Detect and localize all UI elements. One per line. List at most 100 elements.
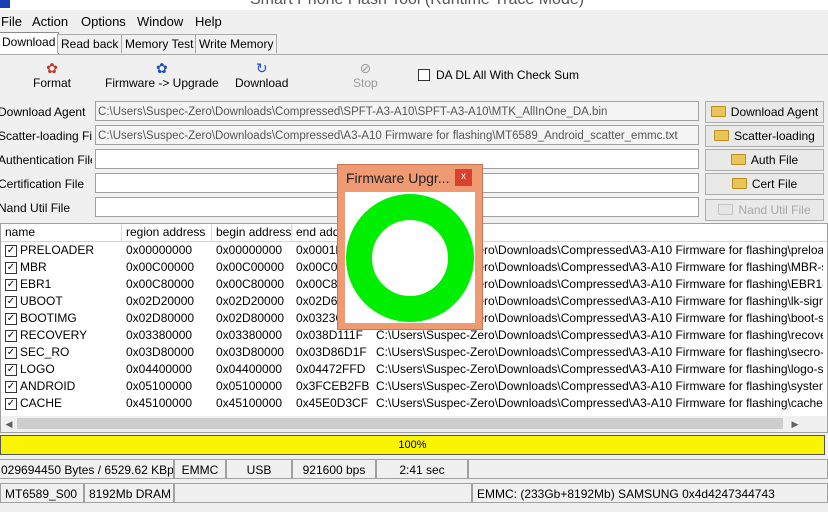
horizontal-scrollbar[interactable]: ◀ ▶ [1,416,827,432]
status-storage: EMMC [174,459,226,479]
tab-download[interactable]: Download [0,32,60,54]
cell-name: UBOOT [20,294,63,308]
download-agent-path[interactable]: C:\Users\Suspec-Zero\Downloads\Compresse… [95,101,699,121]
scatter-file-path[interactable]: C:\Users\Suspec-Zero\Downloads\Compresse… [95,125,699,145]
menu-action[interactable]: Action [32,14,68,29]
cell-begin: 0x45100000 [216,396,283,410]
cell-begin: 0x04400000 [216,362,283,376]
cell-name: BOOTIMG [20,311,77,325]
cell-begin: 0x02D20000 [216,294,285,308]
row-checkbox[interactable]: ✓ [5,398,17,410]
stop-button[interactable]: ⊘ Stop [353,60,378,90]
menu-options[interactable]: Options [81,14,126,29]
da-checksum-checkbox[interactable] [418,69,430,81]
nand-util-button-label: Nand Util File [738,203,811,217]
menu-help[interactable]: Help [195,14,222,29]
dialog-title: Firmware Upgr... [346,170,450,186]
column-header-begin[interactable]: begin address [212,224,292,241]
status-blank [174,483,472,503]
progress-label: 100% [398,439,427,451]
cell-begin: 0x03D80000 [216,345,285,359]
status-emmc-info: EMMC: (233Gb+8192Mb) SAMSUNG 0x4d4247344… [472,483,828,503]
cell-name: PRELOADER [20,243,95,257]
cell-begin: 0x03380000 [216,328,283,342]
close-icon[interactable]: x [455,169,472,186]
scatter-loading-button[interactable]: Scatter-loading [705,125,824,147]
download-icon: ↻ [255,60,268,76]
row-checkbox[interactable]: ✓ [5,347,17,359]
tab-bar: Download Read back Memory Test Write Mem… [0,32,828,55]
table-row[interactable]: ✓ CACHE 0x45100000 0x45100000 0x45E0D3CF C:\U… [1,395,827,412]
cell-name: ANDROID [20,379,76,393]
cell-begin: 0x05100000 [216,379,283,393]
nand-util-button[interactable]: Nand Util File [705,199,824,221]
cell-begin: 0x02D80000 [216,311,285,325]
row-checkbox[interactable]: ✓ [5,330,17,342]
cell-region: 0x45100000 [126,396,193,410]
row-checkbox[interactable]: ✓ [5,364,17,376]
status-empty [468,459,828,479]
row-checkbox[interactable]: ✓ [5,381,17,393]
table-row[interactable]: ✓ SEC_RO 0x03D80000 0x03D80000 0x03D86D1F C:\… [1,344,827,361]
cell-name: SEC_RO [20,345,70,359]
table-row[interactable]: ✓ LOGO 0x04400000 0x04400000 0x04472FFD C:\Us… [1,361,827,378]
tab-write-memory[interactable]: Write Memory [195,34,278,53]
firmware-upgrade-button[interactable]: ✿ Firmware -> Upgrade [105,60,219,90]
column-header-region[interactable]: region address [122,224,212,241]
format-label: Format [33,76,72,90]
row-checkbox[interactable]: ✓ [5,296,17,308]
tab-read-back[interactable]: Read back [57,34,123,53]
auth-file-button[interactable]: Auth File [705,149,824,171]
menu-bar: File Action Options Window Help [0,11,828,31]
da-checksum-option[interactable]: DA DL All With Check Sum [418,68,579,82]
row-checkbox[interactable]: ✓ [5,313,17,325]
cell-begin: 0x00000000 [216,243,283,257]
stop-label: Stop [353,76,378,90]
cell-location: C:\Users\Suspec-Zero\Downloads\Compresse… [376,362,823,376]
cell-location: C:\Users\Suspec-Zero\Downloads\Compresse… [376,396,823,410]
row-checkbox[interactable]: ✓ [5,262,17,274]
folder-icon [731,178,747,189]
status-time: 2:41 sec [376,459,468,479]
dialog-body [345,192,475,323]
download-button[interactable]: ↻ Download [235,60,288,90]
scroll-left-icon[interactable]: ◀ [1,416,17,432]
cell-region: 0x03D80000 [126,345,195,359]
status-chip: MT6589_S00 [0,483,84,503]
cell-end: 0x0001F [296,243,343,257]
cell-end: 0x3FCEB2FB [296,379,370,393]
auth-file-button-label: Auth File [750,153,799,167]
scatter-file-label: Scatter-loading File [0,129,92,143]
cell-end: 0x04472FFD [296,362,366,376]
menu-window[interactable]: Window [137,14,183,29]
window-title: Smart Phone Flash Tool (Runtime Trace Mo… [250,0,584,9]
column-header-name[interactable]: name [1,224,122,241]
status-bytes: 029694450 Bytes / 6529.62 KBps [0,459,174,479]
progress-ring-icon [346,194,474,322]
format-button[interactable]: ✿ Format [33,60,71,90]
download-agent-button[interactable]: Download Agent [705,101,824,123]
nand-util-label: Nand Util File [0,201,71,215]
tab-memory-test[interactable]: Memory Test [121,34,198,53]
app-icon [0,0,10,8]
cell-location: C:\Users\Suspec-Zero\Downloads\Compresse… [376,345,823,359]
scroll-thumb[interactable] [17,418,783,429]
cell-end: 0x45E0D3CF [296,396,369,410]
table-row[interactable]: ✓ ANDROID 0x05100000 0x05100000 0x3FCEB2FB C:… [1,378,827,395]
cell-region: 0x04400000 [126,362,193,376]
row-checkbox[interactable]: ✓ [5,245,17,257]
folder-icon [710,106,726,117]
folder-icon [718,204,734,215]
cell-begin: 0x00C00000 [216,260,285,274]
cell-end: 0x03D86D1F [296,345,367,359]
cell-region: 0x00C80000 [126,277,195,291]
row-checkbox[interactable]: ✓ [5,279,17,291]
folder-icon [730,154,746,165]
title-bar: Smart Phone Flash Tool (Runtime Trace Mo… [0,0,828,10]
menu-file[interactable]: File [1,14,22,29]
scroll-right-icon[interactable]: ▶ [787,416,803,432]
format-icon: ✿ [46,60,58,76]
cert-file-button[interactable]: Cert File [705,173,824,195]
cell-name: CACHE [20,396,63,410]
progress-bar: 100% [0,435,825,455]
